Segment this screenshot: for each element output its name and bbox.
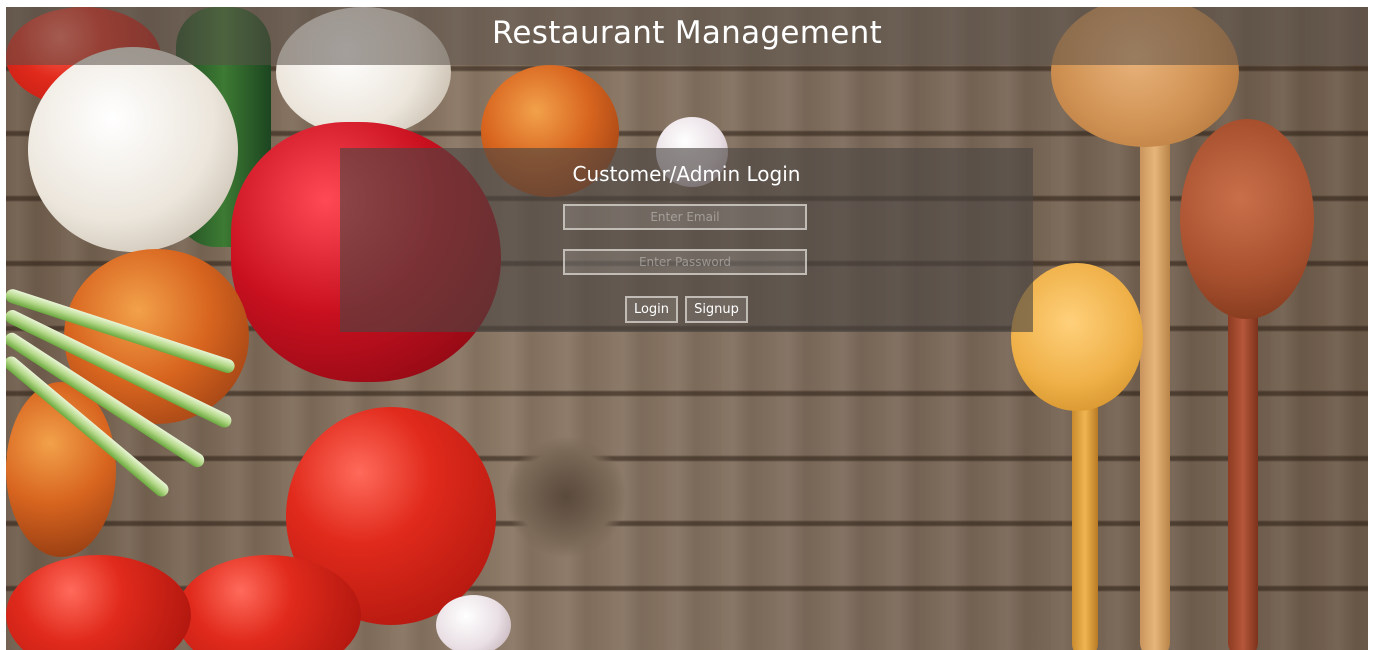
email-input[interactable] (563, 204, 807, 230)
login-title: Customer/Admin Login (572, 162, 801, 186)
page-background: Restaurant Management Customer/Admin Log… (6, 7, 1368, 650)
wood-knot (506, 437, 626, 557)
login-button[interactable]: Login (625, 296, 678, 323)
login-panel: Customer/Admin Login Login Signup (340, 148, 1033, 332)
password-input[interactable] (563, 249, 807, 275)
signup-button[interactable]: Signup (685, 296, 748, 323)
app-title: Restaurant Management (491, 15, 883, 51)
